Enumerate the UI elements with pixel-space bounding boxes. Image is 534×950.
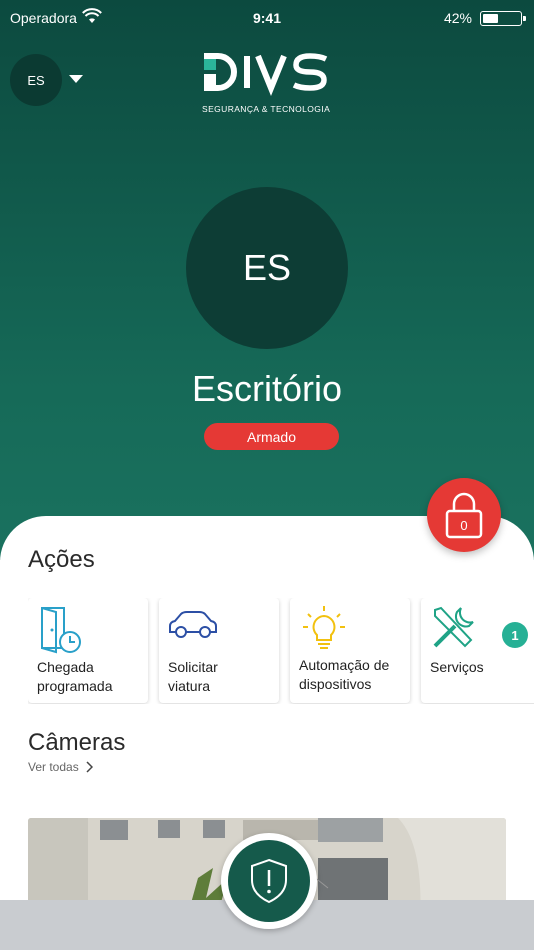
lock-count: 0 — [460, 518, 467, 533]
shield-alert-icon — [251, 858, 287, 904]
tools-icon — [429, 604, 477, 657]
account-avatar[interactable]: ES — [10, 54, 62, 106]
lightbulb-icon — [298, 604, 350, 657]
card-label: Serviços — [430, 659, 484, 675]
see-all-label: Ver todas — [28, 760, 79, 774]
cameras-title: Câmeras — [28, 729, 126, 756]
brand-logo: SEGURANÇA & TECNOLOGIA — [200, 52, 335, 114]
site-name: Escritório — [191, 368, 343, 409]
site-initials: ES — [242, 247, 292, 288]
card-label: Chegada programada — [37, 659, 113, 694]
chevron-right-icon — [86, 761, 93, 773]
card-label: Solicitar viatura — [168, 659, 218, 694]
services-badge: 1 — [502, 622, 528, 648]
see-all-cameras-link[interactable]: Ver todas — [28, 760, 93, 774]
status-bar: Operadora 9:41 42% — [0, 0, 534, 36]
action-card-services[interactable]: Serviços — [421, 598, 534, 703]
chevron-down-icon[interactable] — [69, 75, 83, 83]
door-clock-icon — [36, 604, 84, 659]
actions-carousel[interactable]: Chegada programada Solicitar viatura Aut — [28, 598, 534, 704]
account-initials: ES — [27, 72, 45, 88]
status-badge: Armado — [204, 423, 339, 450]
divs-logo-icon — [204, 53, 328, 96]
battery-icon — [480, 11, 526, 26]
site-avatar: ES — [186, 187, 348, 349]
card-label: Automação de dispositivos — [299, 657, 390, 692]
logo-tagline: SEGURANÇA & TECNOLOGIA — [202, 104, 331, 114]
action-card-request-vehicle[interactable]: Solicitar viatura — [159, 598, 279, 703]
actions-title: Ações — [28, 546, 95, 573]
car-icon — [167, 604, 219, 649]
panic-button[interactable] — [221, 833, 317, 929]
battery-percent: 42% — [443, 10, 472, 26]
action-card-device-automation[interactable]: Automação de dispositivos — [290, 598, 410, 703]
lock-icon: 0 — [445, 492, 483, 539]
action-card-scheduled-arrival[interactable]: Chegada programada — [28, 598, 148, 703]
lock-button[interactable]: 0 — [427, 478, 501, 552]
